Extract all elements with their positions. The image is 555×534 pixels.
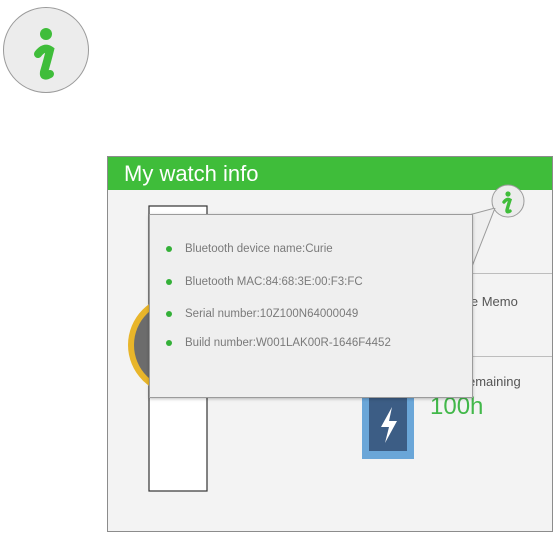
- serial-number-text: Serial number:10Z100N64000049: [185, 308, 359, 320]
- battery-icon: [362, 389, 414, 459]
- device-info-popup: Bluetooth device name:Curie Bluetooth MA…: [149, 214, 473, 398]
- list-item: Serial number:10Z100N64000049: [166, 305, 358, 323]
- bluetooth-mac-text: Bluetooth MAC:84:68:3E:00:F3:FC: [185, 276, 363, 288]
- info-icon: [3, 7, 89, 93]
- bullet-icon: [166, 279, 172, 285]
- idle-memo-label: le Memo: [468, 294, 518, 309]
- list-item: Build number:W001LAK00R-1646F4452: [166, 334, 391, 352]
- bullet-icon: [166, 311, 172, 317]
- list-item: Bluetooth MAC:84:68:3E:00:F3:FC: [166, 273, 363, 291]
- battery-remaining-label: emaining: [468, 374, 521, 389]
- build-number-text: Build number:W001LAK00R-1646F4452: [185, 337, 391, 349]
- bullet-icon: [166, 246, 172, 252]
- bullet-icon: [166, 340, 172, 346]
- bluetooth-name-text: Bluetooth device name:Curie: [185, 243, 333, 255]
- list-item: Bluetooth device name:Curie: [166, 240, 333, 258]
